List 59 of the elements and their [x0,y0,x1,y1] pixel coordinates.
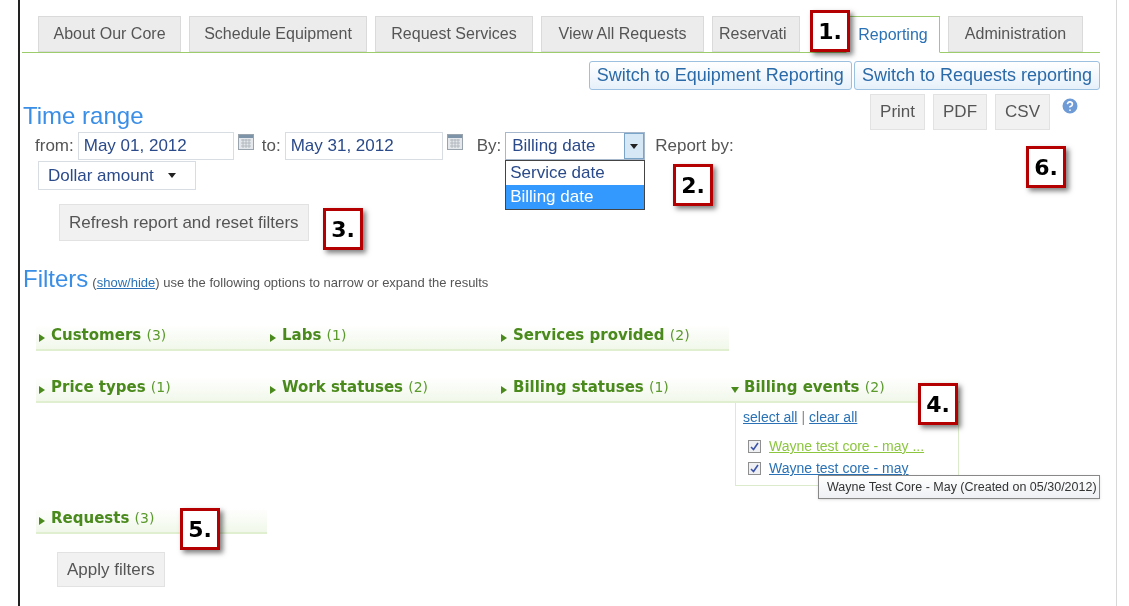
nav-tab[interactable]: Administration [948,16,1083,52]
nav-tab[interactable]: View All Requests [541,16,704,52]
to-label: to: [261,135,281,158]
dropdown-option[interactable]: Billing date [506,185,645,209]
switch-report-button[interactable]: Switch to Equipment Reporting [588,61,852,90]
calendar-icon[interactable] [446,134,463,150]
dropdown-option[interactable]: Service date [506,161,645,185]
filters-heading: Filters [23,264,89,294]
select-all-link[interactable]: select all [743,407,798,428]
filter-header[interactable]: Billing statuses (1) [498,377,729,403]
collapsed-triangle-icon[interactable] [500,334,508,342]
export-button[interactable]: PDF [933,94,988,130]
apply-filters-button[interactable]: Apply filters [57,552,165,587]
checkbox[interactable] [748,462,761,475]
nav-tab[interactable]: Reporting [846,16,940,53]
to-date-field[interactable]: May 31, 2012 [284,132,443,160]
report-by-select[interactable]: Dollar amount [38,161,196,190]
filters-hint: (show/hide) use the following options to narrow or expand the results [92,274,489,292]
calendar-icon[interactable] [237,134,254,150]
expanded-triangle-icon[interactable] [731,386,739,394]
collapsed-triangle-icon[interactable] [38,334,46,342]
filter-header[interactable]: Work statuses (2) [267,377,498,403]
help-icon[interactable] [1060,96,1080,116]
collapsed-triangle-icon[interactable] [269,386,277,394]
date-type-select[interactable]: Billing date [505,132,646,160]
filter-header[interactable]: Labs (1) [267,325,498,351]
switch-report-button[interactable]: Switch to Requests reporting [853,61,1100,90]
filter-header[interactable]: Customers (3) [36,325,267,351]
callout-marker: 2. [673,164,713,206]
nav-tab[interactable]: About Our Core [38,16,181,52]
callout-marker: 3. [323,208,363,250]
callout-marker: 6. [1026,146,1066,188]
caret-icon [167,173,176,178]
time-range-heading: Time range [23,102,145,130]
refresh-button[interactable]: Refresh report and reset filters [59,204,309,241]
export-button[interactable]: CSV [995,94,1050,130]
from-label: from: [35,135,74,158]
clear-all-link[interactable]: clear all [809,407,858,428]
checkbox[interactable] [748,440,761,453]
collapsed-triangle-icon[interactable] [500,386,508,394]
nav-tab[interactable]: Request Services [375,16,533,52]
from-date-field[interactable]: May 01, 2012 [77,132,234,160]
nav-tab[interactable]: Schedule Equipment [189,16,367,52]
separator: | [801,408,806,427]
collapsed-triangle-icon[interactable] [269,334,277,342]
collapsed-triangle-icon[interactable] [38,517,46,525]
report-by-label: Report by: [655,135,734,158]
dropdown-caret-icon[interactable] [624,133,645,159]
callout-marker: 1. [810,10,850,52]
export-button[interactable]: Print [870,94,926,130]
tooltip: Wayne Test Core - May (Created on 05/30/2012) [818,475,1100,499]
collapsed-triangle-icon[interactable] [38,386,46,394]
filter-header[interactable]: Price types (1) [36,377,267,403]
show-hide-link[interactable]: show/hide [96,275,156,290]
callout-marker: 5. [180,508,220,550]
nav-tab[interactable]: Reservati [712,16,800,52]
callout-marker: 4. [918,383,958,425]
by-label: By: [476,135,502,158]
filter-header[interactable]: Services provided (2) [498,325,729,351]
